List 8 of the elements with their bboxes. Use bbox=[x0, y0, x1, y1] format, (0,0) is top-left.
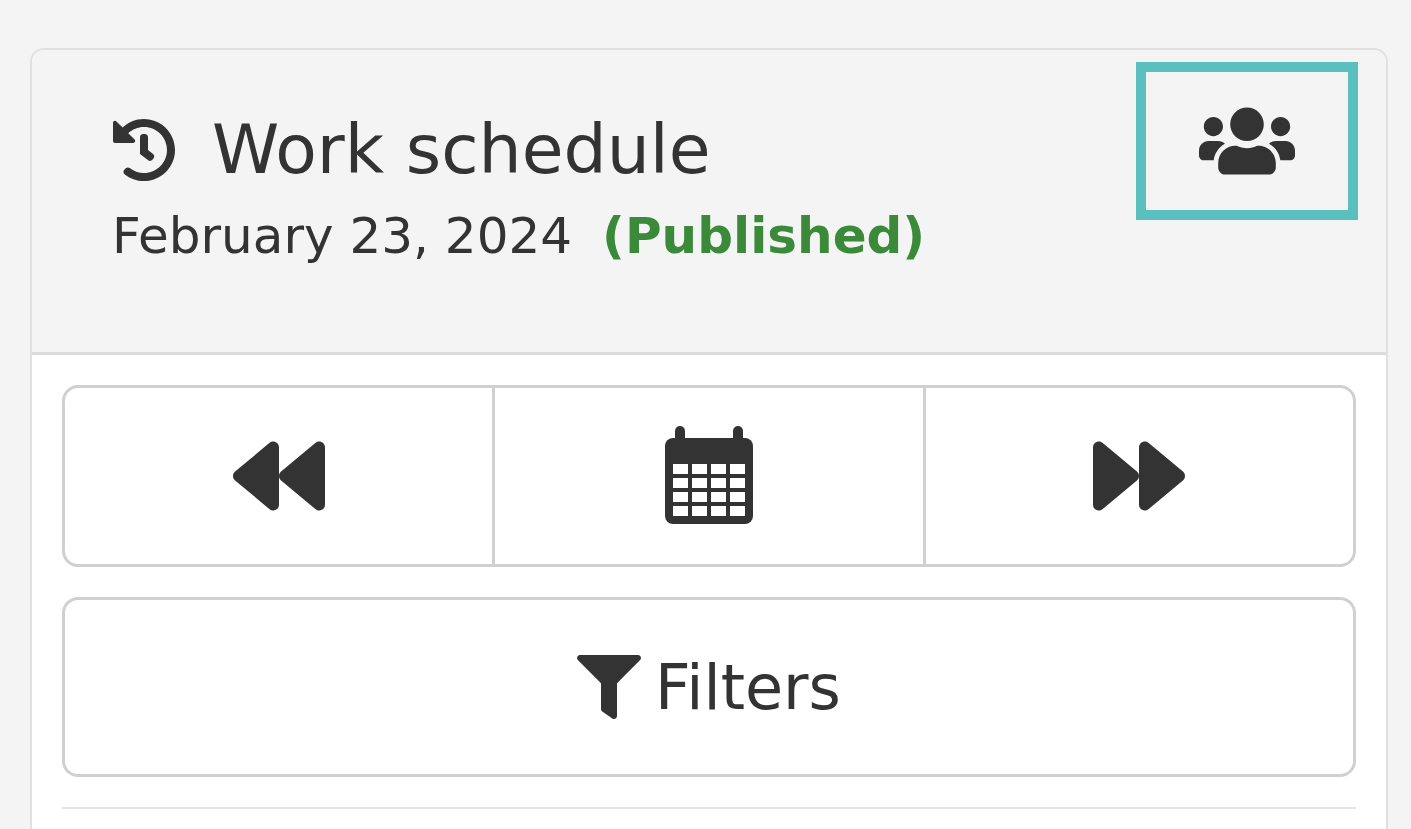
calendar-button[interactable] bbox=[492, 385, 926, 567]
history-icon bbox=[112, 117, 176, 182]
filters-button[interactable]: Filters bbox=[62, 597, 1356, 777]
card-title: Work schedule bbox=[212, 110, 711, 189]
status-label: (Published) bbox=[602, 207, 926, 265]
team-button[interactable] bbox=[1136, 62, 1358, 220]
schedule-date: February 23, 2024 bbox=[112, 207, 573, 265]
filter-icon bbox=[577, 655, 642, 719]
